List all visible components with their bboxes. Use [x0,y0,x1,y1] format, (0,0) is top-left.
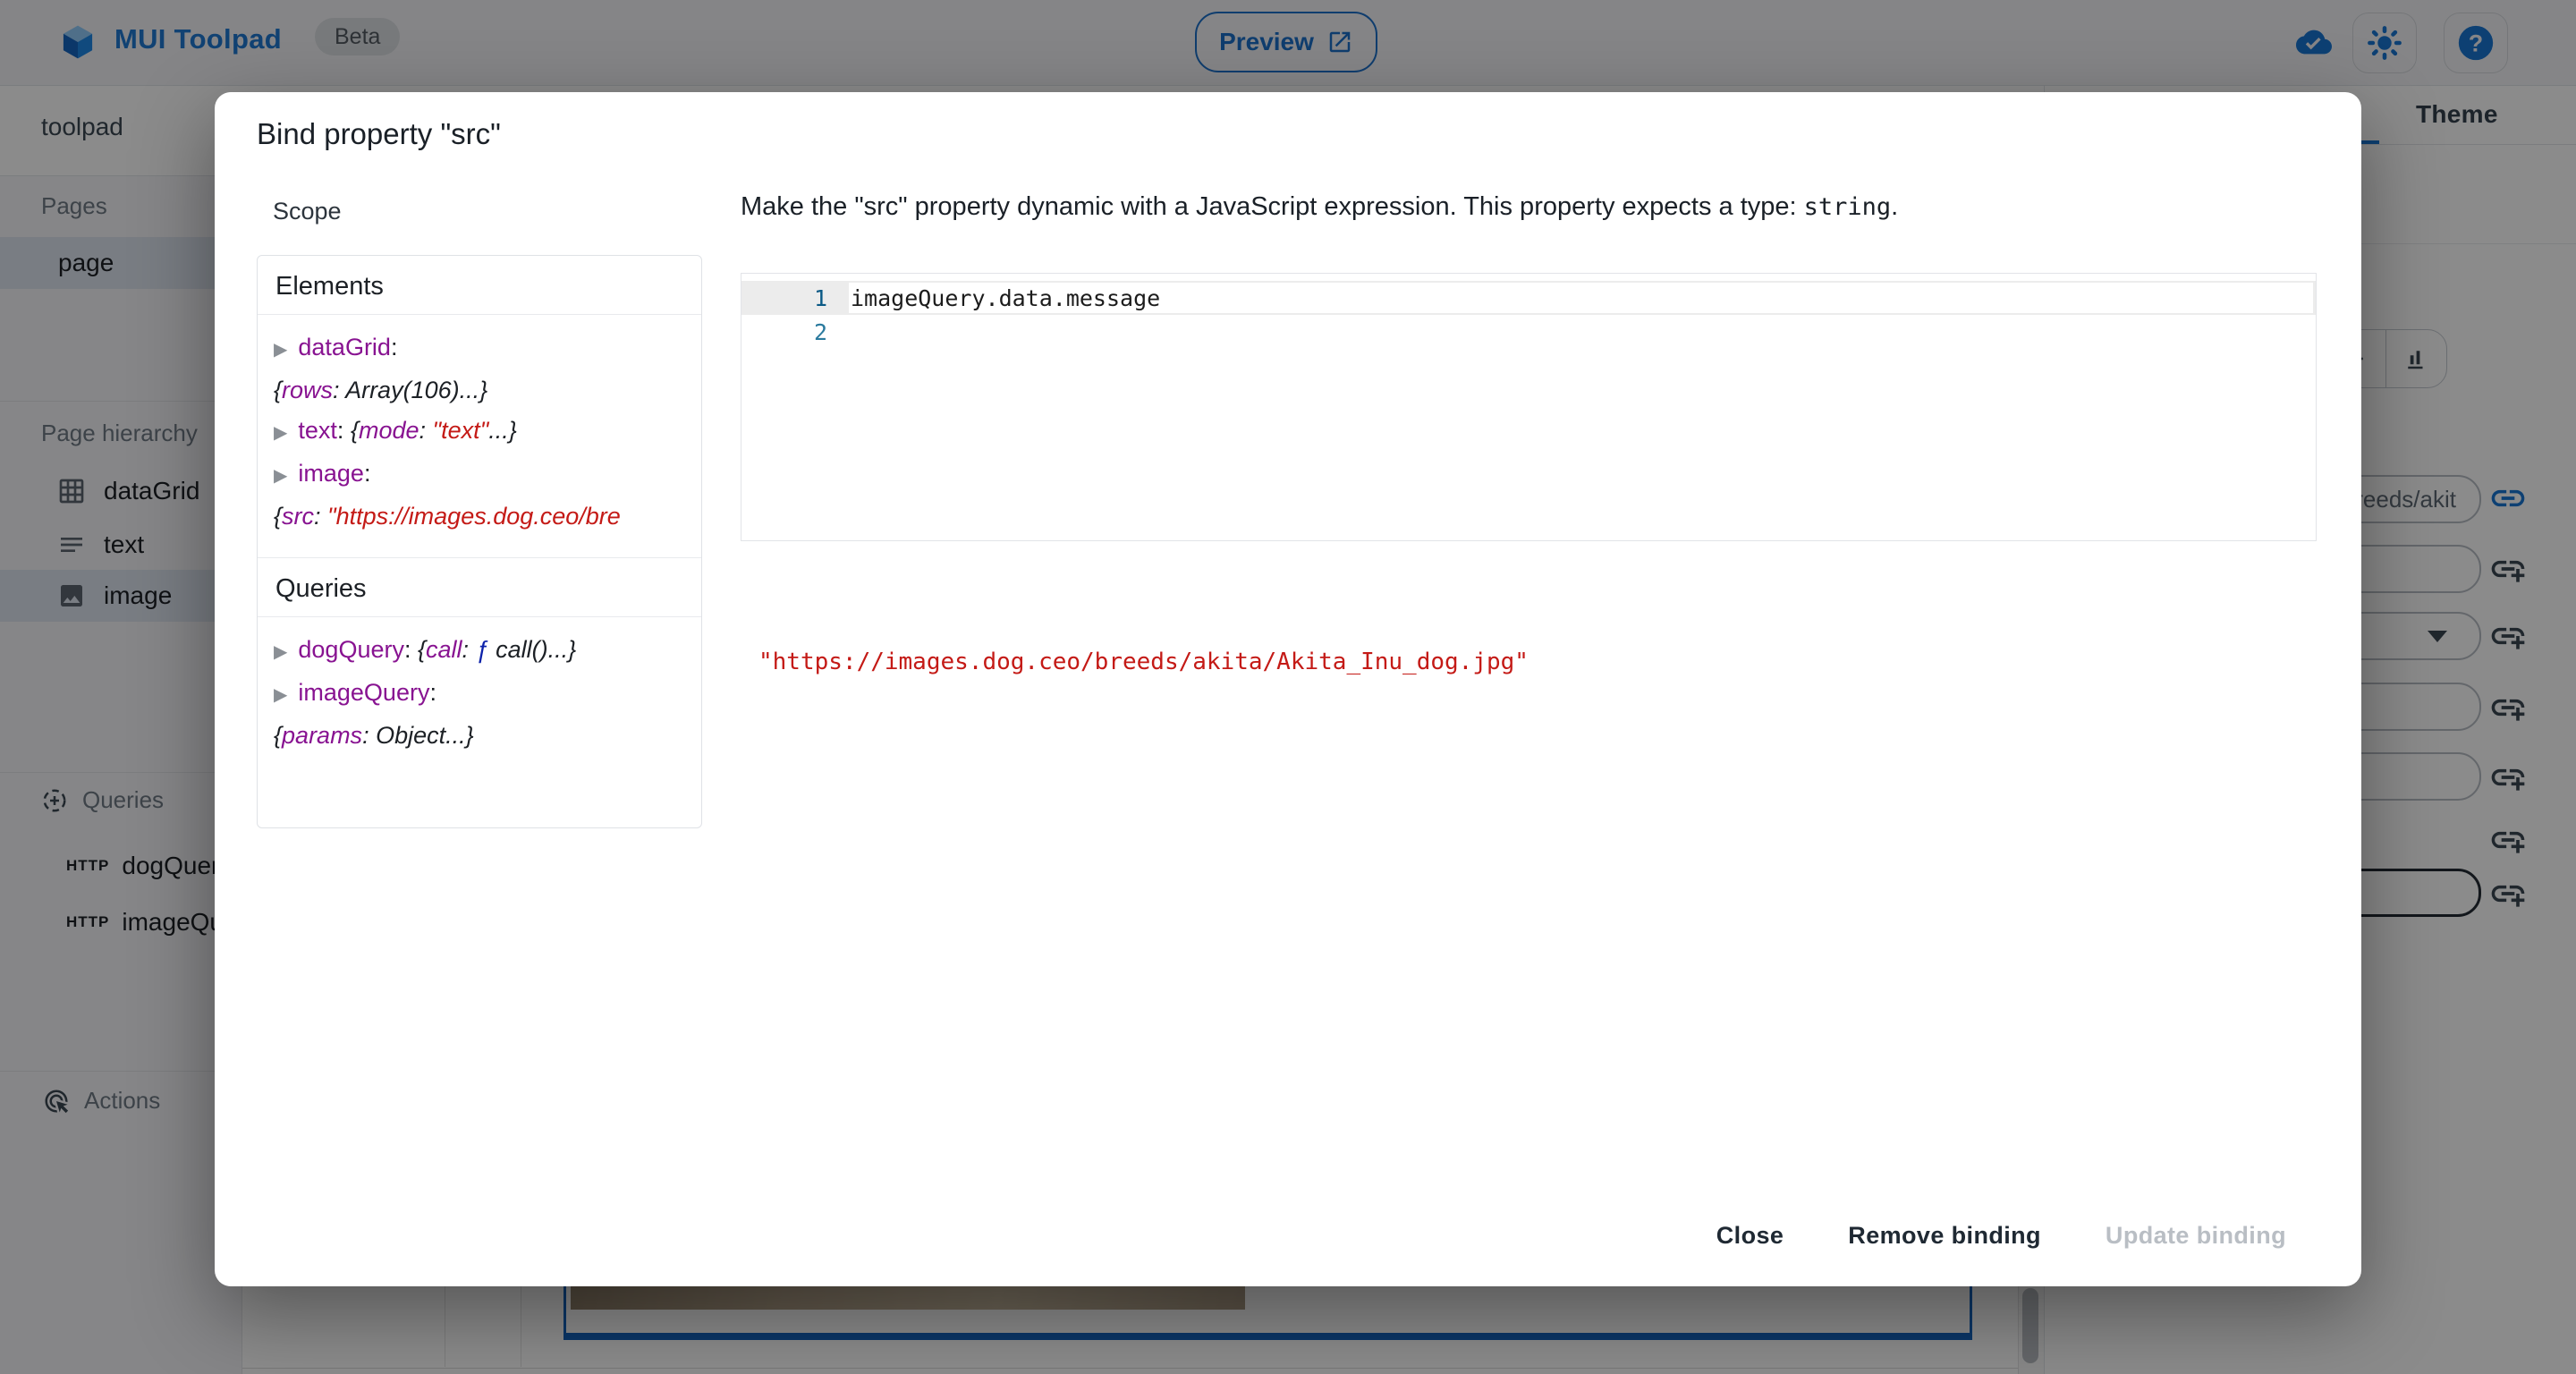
tree-segment: image [298,460,364,487]
tree-segment: : [364,460,371,487]
expand-arrow-icon: ▶ [274,423,287,443]
tree-line[interactable]: ▶ dataGrid: [274,327,701,370]
tree-segment: { [274,377,282,403]
tree-segment: : [333,377,345,403]
update-binding-button[interactable]: Update binding [2086,1211,2306,1260]
tree-segment: ...} [488,417,517,444]
tree-segment: ...} [445,722,474,749]
tree-line[interactable]: ▶ dogQuery: {call: ƒ call()...} [274,630,701,673]
tree-segment: : [337,417,351,444]
expand-arrow-icon: ▶ [274,466,287,486]
tree-segment: dogQuery [298,636,404,663]
tree-segment: { [418,636,426,663]
elements-tree: ▶dataGrid:{rows: Array(106)...}▶text: {m… [258,315,701,557]
tree-segment: rows [282,377,333,403]
tree-segment: Object [376,722,445,749]
tree-segment: imageQuery [298,679,429,706]
tree-segment: { [274,722,282,749]
tree-segment: params [282,722,362,749]
tree-line[interactable]: ▶ imageQuery: [274,673,701,716]
expand-arrow-icon: ▶ [274,685,287,705]
tree-segment: { [274,503,282,530]
tree-segment: : [362,722,376,749]
tree-segment: "text" [433,417,489,444]
editor-line[interactable]: 1 imageQuery.data.message [741,281,2316,315]
editor-line[interactable]: 2 [741,315,2316,349]
tree-segment: call [426,636,462,663]
screen: MUI Toolpad Beta Preview [0,0,2576,1374]
queries-tree: ▶dogQuery: {call: ƒ call()...}▶imageQuer… [258,617,701,765]
dialog-description: Make the "src" property dynamic with a J… [741,192,2333,222]
tree-segment: dataGrid [298,334,391,360]
tree-segment: ...} [460,377,488,403]
tree-segment: : [391,334,398,360]
description-period: . [1891,192,1898,221]
remove-binding-button[interactable]: Remove binding [1828,1211,2061,1260]
queries-header: Queries [258,558,701,617]
editor-code: imageQuery.data.message [849,285,1160,311]
scope-label: Scope [273,198,342,225]
expand-arrow-icon: ▶ [274,340,287,360]
line-number: 1 [741,285,827,311]
tree-line[interactable]: ▶ text: {mode: "text"...} [274,411,701,454]
tree-line[interactable]: {rows: Array(106)...} [274,370,701,411]
scope-browser-panel: Elements ▶dataGrid:{rows: Array(106)...}… [257,255,702,828]
expected-type: string [1804,193,1892,221]
elements-header: Elements [258,256,701,315]
tree-segment: mode [359,417,419,444]
tree-line[interactable]: ▶ image: [274,454,701,496]
tree-segment: src [282,503,314,530]
tree-segment: : [419,417,433,444]
tree-segment: Array(106) [345,377,460,403]
tree-segment: call() [489,636,548,663]
tree-segment: : [429,679,436,706]
close-button[interactable]: Close [1697,1211,1804,1260]
tree-segment: : [462,636,476,663]
tree-segment: "https://images.dog.ceo/bre [327,503,621,530]
tree-segment: text [298,417,337,444]
bind-property-dialog: Bind property "src" Scope Elements ▶ data… [215,92,2361,1286]
tree-line[interactable]: {src: "https://images.dog.ceo/bre [274,496,701,537]
expand-arrow-icon: ▶ [274,642,287,662]
tree-segment: : [314,503,327,530]
tree-line[interactable]: {params: Object...} [274,716,701,756]
dialog-footer: Close Remove binding Update binding [215,1209,2361,1262]
tree-segment: ƒ [476,636,489,663]
expression-code-editor[interactable]: 1 imageQuery.data.message 2 [741,273,2317,541]
description-text: Make the "src" property dynamic with a J… [741,192,1804,221]
tree-segment: : [404,636,418,663]
dialog-title: Bind property "src" [257,117,501,151]
tree-segment: { [351,417,359,444]
evaluated-result-value: "https://images.dog.ceo/breeds/akita/Aki… [758,649,1529,675]
line-number: 2 [741,319,827,345]
tree-segment: ...} [548,636,577,663]
